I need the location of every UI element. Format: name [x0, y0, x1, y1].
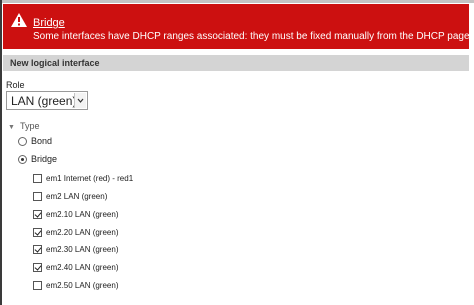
- section-title: New logical interface: [10, 58, 100, 68]
- role-label: Role: [6, 80, 25, 90]
- type-label: Type: [19, 121, 40, 131]
- type-toggle[interactable]: ▼ Type: [8, 121, 39, 131]
- interface-label: em2 LAN (green): [46, 192, 108, 201]
- interface-checkbox[interactable]: [33, 228, 42, 237]
- caret-down-icon: ▼: [8, 124, 15, 131]
- radio-bridge-label: Bridge: [31, 154, 58, 164]
- warning-icon: [11, 13, 27, 27]
- radio-bond-label: Bond: [31, 136, 53, 146]
- chevron-down-icon: [74, 93, 86, 108]
- top-border: [0, 0, 474, 3]
- interface-label: em2.30 LAN (green): [46, 245, 119, 254]
- section-header: New logical interface: [3, 55, 469, 71]
- interface-label: em1 Internet (red) - red1: [46, 174, 134, 183]
- interface-checkbox[interactable]: [33, 263, 42, 272]
- left-edge: [0, 0, 2, 305]
- role-selected-value: LAN (green): [11, 94, 77, 108]
- interface-checkbox[interactable]: [33, 245, 42, 254]
- interface-checkbox[interactable]: [33, 174, 42, 183]
- error-banner: Bridge Some interfaces have DHCP ranges …: [3, 4, 470, 49]
- interface-checkbox[interactable]: [33, 210, 42, 219]
- interface-label: em2.10 LAN (green): [46, 210, 119, 219]
- role-select[interactable]: LAN (green): [6, 91, 88, 110]
- error-message: Some interfaces have DHCP ranges associa…: [33, 31, 470, 42]
- error-title-link[interactable]: Bridge: [33, 17, 65, 29]
- interface-label: em2.40 LAN (green): [46, 263, 119, 272]
- radio-bond-input[interactable]: [18, 137, 27, 146]
- interface-label: em2.50 LAN (green): [46, 281, 119, 290]
- interface-checkbox[interactable]: [33, 192, 42, 201]
- radio-bridge-input[interactable]: [18, 155, 27, 164]
- interface-label: em2.20 LAN (green): [46, 228, 119, 237]
- interface-checkbox[interactable]: [33, 281, 42, 290]
